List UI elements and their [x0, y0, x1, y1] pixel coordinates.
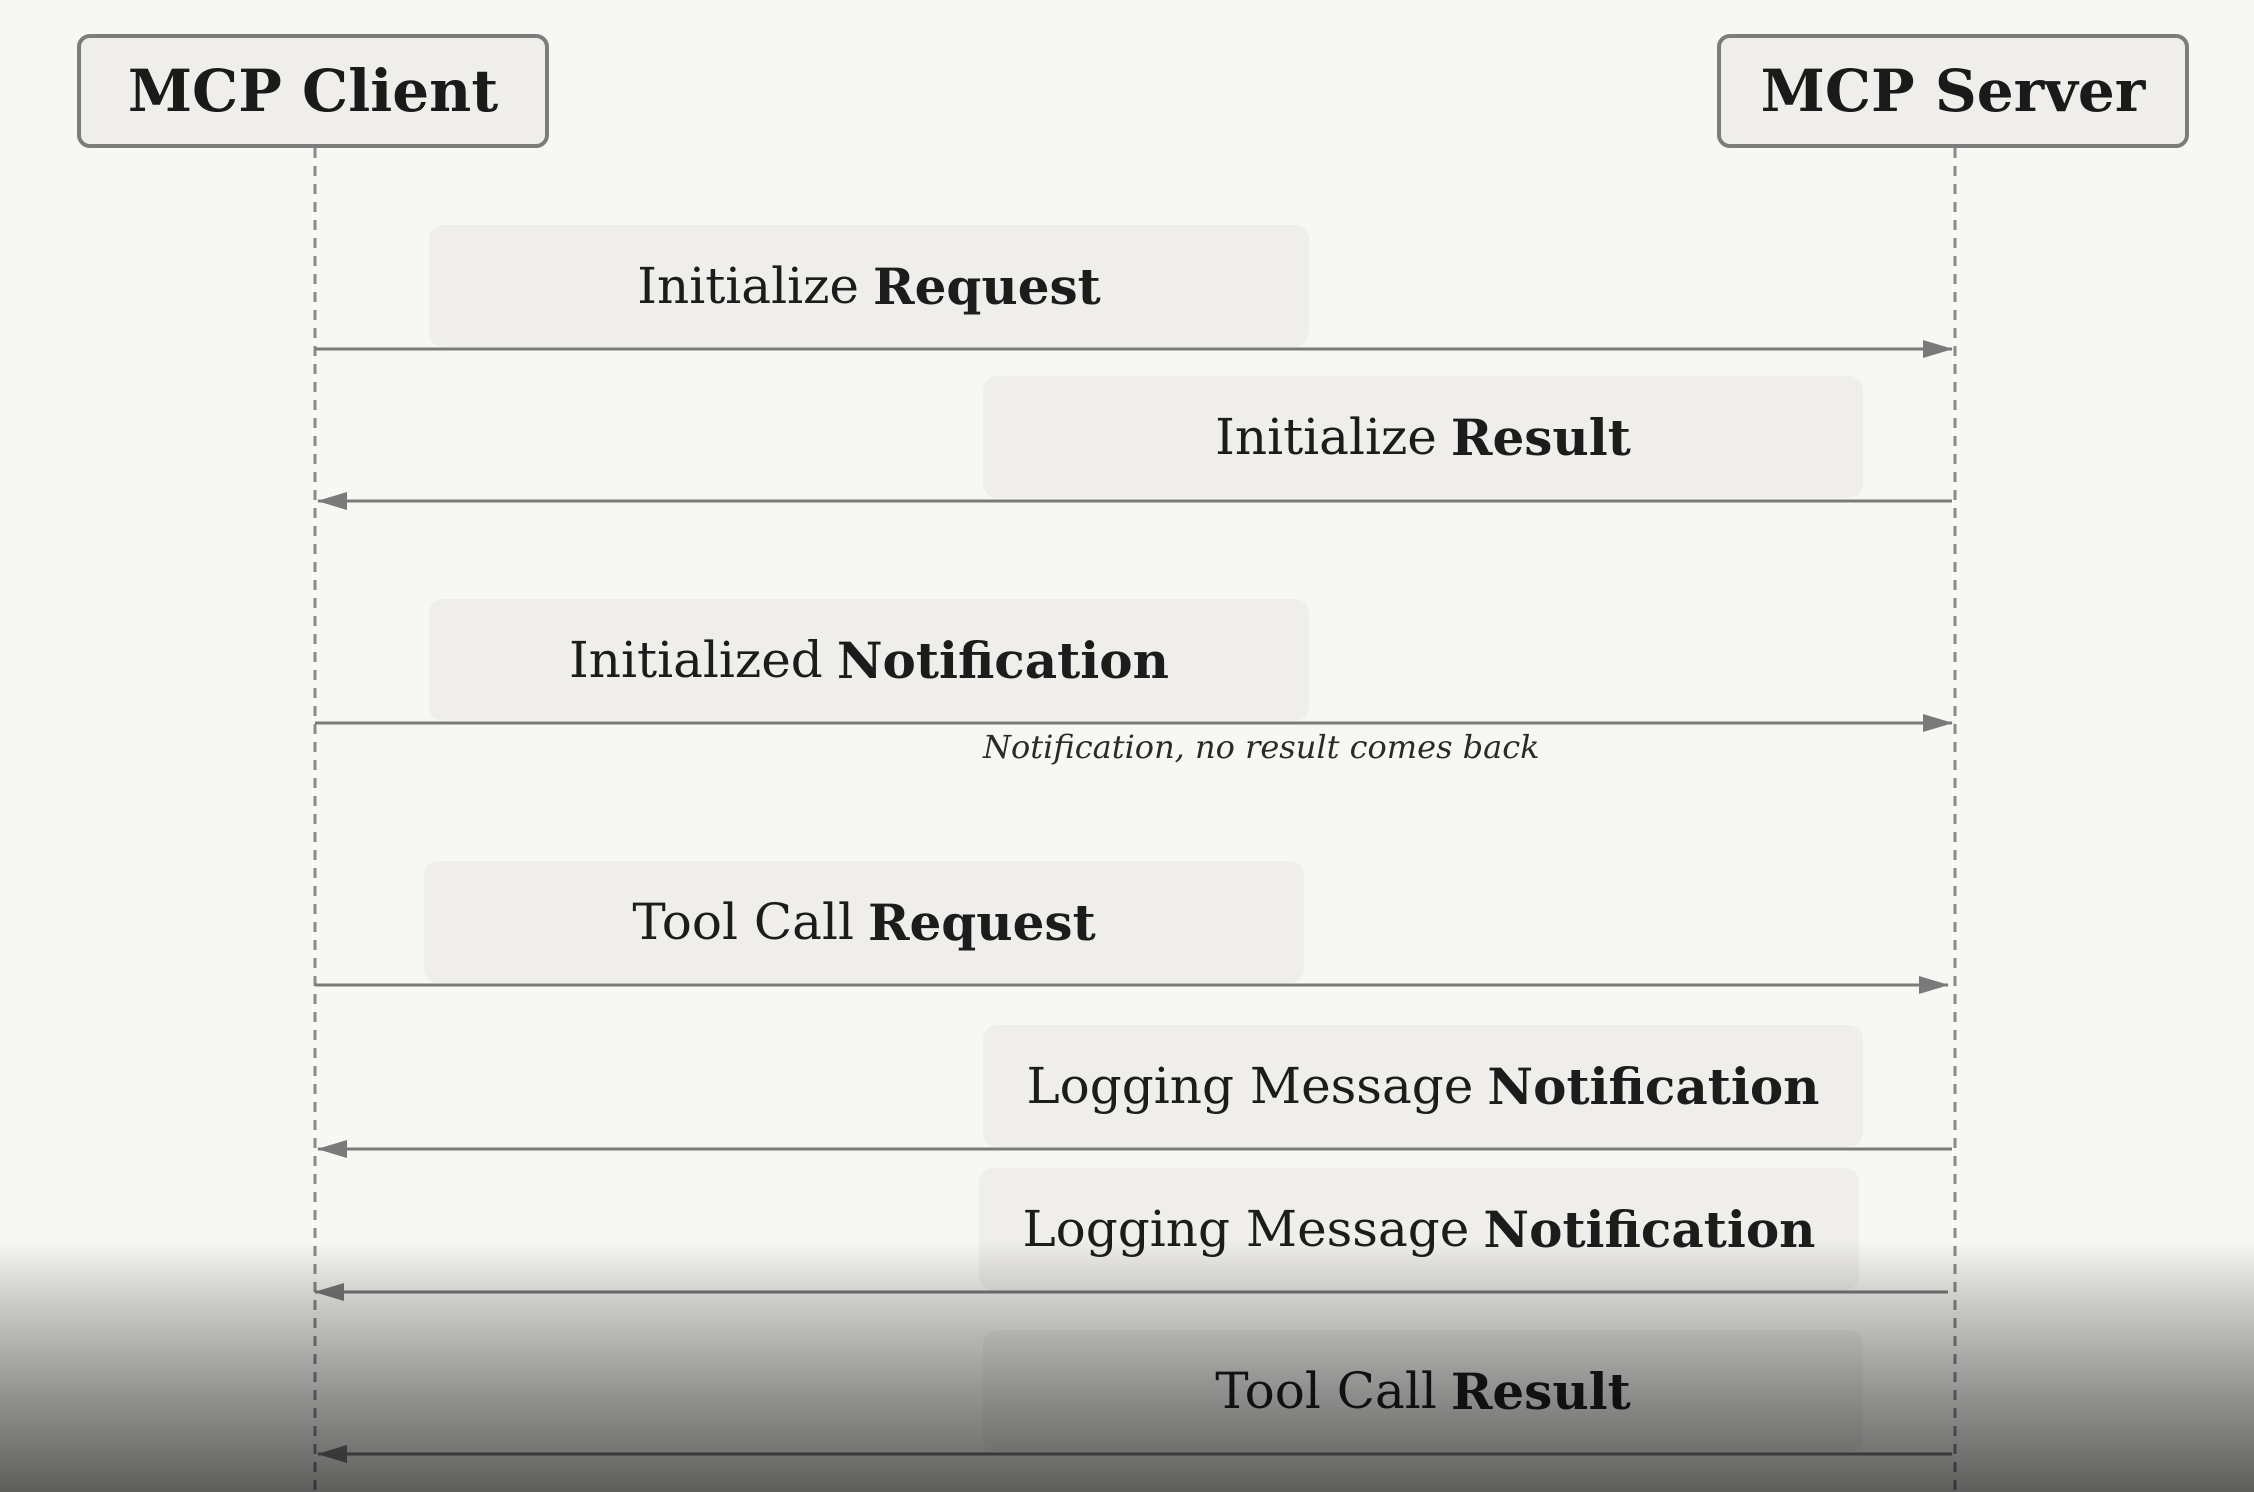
mcp-server-label: MCP Server [1760, 57, 2146, 125]
logging-message-notification-2-message: Logging Message Notification [979, 1168, 1859, 1290]
notification-note: Notification, no result comes back [983, 728, 1540, 766]
mcp-client-label: MCP Client [127, 57, 499, 125]
message-text: Logging Message [1022, 1200, 1470, 1258]
message-text: Logging Message [1026, 1057, 1474, 1115]
message-type: Result [1450, 407, 1631, 467]
message-type: Request [873, 256, 1101, 316]
initialize-result-message: Initialize Result [983, 376, 1863, 498]
message-type: Notification [1483, 1199, 1816, 1259]
logging-message-notification-1-message: Logging Message Notification [983, 1025, 1863, 1147]
message-text: Initialize [637, 257, 860, 315]
message-text: Tool Call [1215, 1362, 1437, 1420]
message-type: Request [867, 892, 1096, 952]
initialized-notification-message: Initialized Notification [429, 599, 1309, 721]
message-text: Tool Call [632, 893, 854, 951]
message-text: Initialized [569, 631, 823, 689]
message-type: Notification [836, 630, 1169, 690]
message-type: Result [1450, 1361, 1631, 1421]
tool-call-request-message: Tool Call Request [424, 861, 1304, 983]
mcp-client-actor: MCP Client [77, 34, 549, 148]
message-type: Notification [1487, 1056, 1820, 1116]
sequence-diagram: MCP Client MCP Server Initialize Request … [0, 0, 2254, 1492]
tool-call-result-message: Tool Call Result [983, 1330, 1863, 1452]
mcp-server-actor: MCP Server [1717, 34, 2189, 148]
initialize-request-message: Initialize Request [429, 225, 1309, 347]
message-text: Initialize [1215, 408, 1437, 466]
